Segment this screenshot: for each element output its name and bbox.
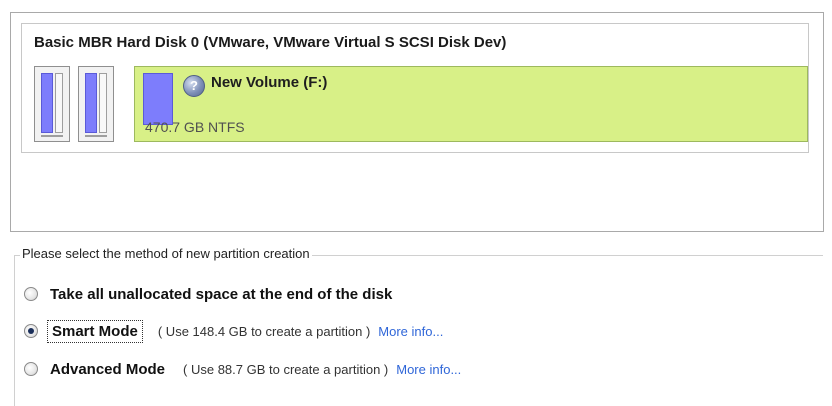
smart-mode-note: ( Use 148.4 GB to create a partition ) — [157, 323, 371, 339]
partition-track — [99, 73, 107, 133]
option-label-smart-mode: Smart Mode — [47, 319, 143, 343]
advanced-mode-more-info-link[interactable]: More info... — [396, 362, 461, 377]
option-advanced-mode[interactable]: Advanced Mode ( Use 88.7 GB to create a … — [24, 358, 461, 380]
radio-take-all-space[interactable] — [24, 287, 38, 301]
smart-mode-more-info-link[interactable]: More info... — [378, 324, 443, 339]
radio-smart-mode[interactable] — [24, 324, 38, 338]
volume-name: New Volume (F:) — [211, 74, 328, 91]
small-partition-1[interactable] — [34, 66, 70, 142]
option-label-take-all-space: Take all unallocated space at the end of… — [50, 285, 393, 303]
help-icon: ? — [183, 75, 205, 97]
advanced-mode-note: ( Use 88.7 GB to create a partition ) — [183, 361, 389, 377]
partition-track — [55, 73, 63, 133]
small-partition-2[interactable] — [78, 66, 114, 142]
volume-partition-card[interactable]: ? New Volume (F:) 470.7 GB NTFS — [134, 66, 808, 142]
partition-usage-bar — [85, 73, 97, 133]
disk-map-panel: Basic MBR Hard Disk 0 (VMware, VMware Vi… — [10, 12, 824, 232]
partition-base-line — [41, 135, 63, 137]
volume-size: 470.7 GB NTFS — [145, 119, 245, 135]
disk-title: Basic MBR Hard Disk 0 (VMware, VMware Vi… — [34, 34, 507, 51]
creation-method-legend: Please select the method of new partitio… — [20, 246, 312, 261]
option-take-all-space[interactable]: Take all unallocated space at the end of… — [24, 283, 392, 305]
disk-card[interactable]: Basic MBR Hard Disk 0 (VMware, VMware Vi… — [21, 23, 809, 153]
option-label-advanced-mode: Advanced Mode — [50, 360, 166, 378]
option-smart-mode[interactable]: Smart Mode ( Use 148.4 GB to create a pa… — [24, 319, 443, 343]
volume-usage-bar — [143, 73, 173, 125]
partition-base-line — [85, 135, 107, 137]
radio-advanced-mode[interactable] — [24, 362, 38, 376]
partition-usage-bar — [41, 73, 53, 133]
